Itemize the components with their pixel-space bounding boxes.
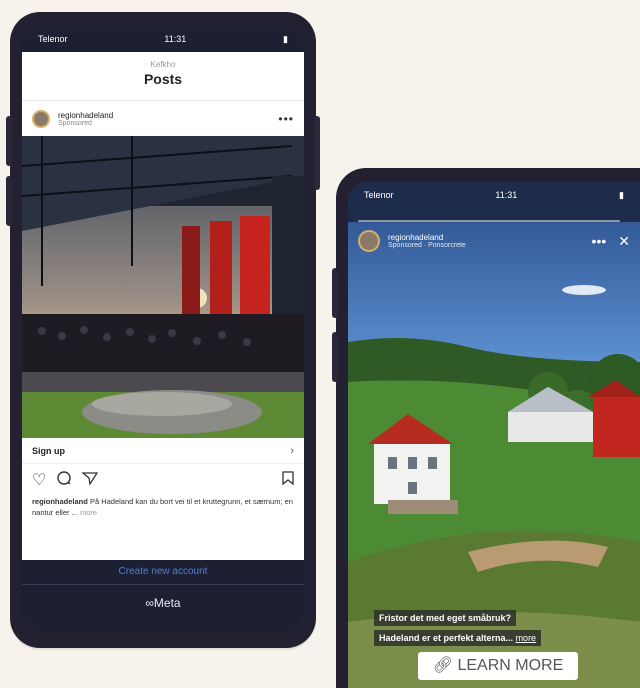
learn-more-label: LEARN MORE [457, 657, 564, 674]
send-icon[interactable] [81, 470, 99, 491]
time-label: 11:31 [164, 34, 187, 44]
story-username[interactable]: regionhadeland [388, 233, 466, 242]
phone-frame-feed: Telenor 11:31 ▮ Kefkho Posts regionhadel… [6, 12, 320, 648]
story-progress-bar [358, 220, 620, 222]
caption-line-2-text: Hadeland er et perfekt alterna... [379, 633, 514, 643]
page-title: Posts [143, 71, 183, 87]
volume-down-button [6, 176, 12, 226]
post-username[interactable]: regionhadeland [58, 111, 113, 120]
carrier-label: Telenor [364, 190, 394, 200]
post-caption: regionhadeland På Hadeland kan du bort v… [32, 496, 294, 518]
learn-more-button[interactable]: 🔗︎ LEARN MORE [418, 652, 578, 680]
signup-label: Sign up [32, 445, 65, 456]
comment-icon[interactable] [56, 470, 72, 491]
story-screen: Telenor 11:31 ▮ regionhadeland Sponsored… [348, 182, 640, 688]
post-header: regionhadeland Sponsored ••• [22, 101, 304, 137]
phone-frame-story: Telenor 11:31 ▮ regionhadeland Sponsored… [332, 168, 640, 688]
caption-line-2: Hadeland er et perfekt alterna... more [374, 630, 542, 646]
feed-header: Kefkho Posts [22, 52, 304, 101]
story-caption: Fristor det med eget småbruk? Hadeland e… [374, 608, 542, 648]
caption-more-link[interactable]: more [516, 633, 537, 643]
battery-icon: ▮ [619, 189, 624, 200]
caption-more-link[interactable]: more [80, 508, 97, 517]
link-icon: 🔗︎ [432, 657, 454, 674]
meta-logo: ∞Meta [145, 596, 181, 610]
create-account-link[interactable]: Create new account [22, 560, 304, 585]
carrier-label: Telenor [38, 34, 68, 44]
story-header: regionhadeland Sponsored · Ponsorcrete •… [358, 230, 630, 252]
post-actions: ♡ [22, 466, 304, 494]
volume-up-button [332, 268, 338, 318]
battery-icon: ▮ [283, 33, 288, 44]
power-button [314, 116, 320, 190]
bookmark-icon[interactable] [282, 470, 294, 490]
caption-line-1: Fristor det med eget småbruk? [374, 610, 517, 626]
avatar[interactable] [358, 230, 380, 252]
status-bar: Telenor 11:31 ▮ [348, 182, 640, 208]
chevron-right-icon: › [290, 444, 294, 457]
more-options-icon[interactable]: ••• [592, 233, 607, 249]
feed-screen: Telenor 11:31 ▮ Kefkho Posts regionhadel… [22, 26, 304, 632]
close-icon[interactable]: ✕ [618, 233, 630, 250]
post-image-concert[interactable] [22, 136, 304, 438]
feed-content: Kefkho Posts regionhadeland Sponsored ••… [22, 52, 304, 560]
status-bar: Telenor 11:31 ▮ [22, 26, 304, 52]
volume-down-button [332, 332, 338, 382]
account-name: Kefkho [150, 60, 176, 69]
avatar[interactable] [32, 110, 50, 128]
heart-icon[interactable]: ♡ [32, 470, 46, 490]
signup-bar[interactable]: Sign up › [22, 438, 304, 464]
caption-username[interactable]: regionhadeland [32, 497, 88, 506]
time-label: 11:31 [495, 190, 518, 200]
volume-up-button [6, 116, 12, 166]
more-options-icon[interactable]: ••• [278, 112, 294, 126]
sponsored-label: Sponsored · Ponsorcrete [388, 242, 466, 249]
sponsored-label: Sponsored [58, 120, 92, 127]
